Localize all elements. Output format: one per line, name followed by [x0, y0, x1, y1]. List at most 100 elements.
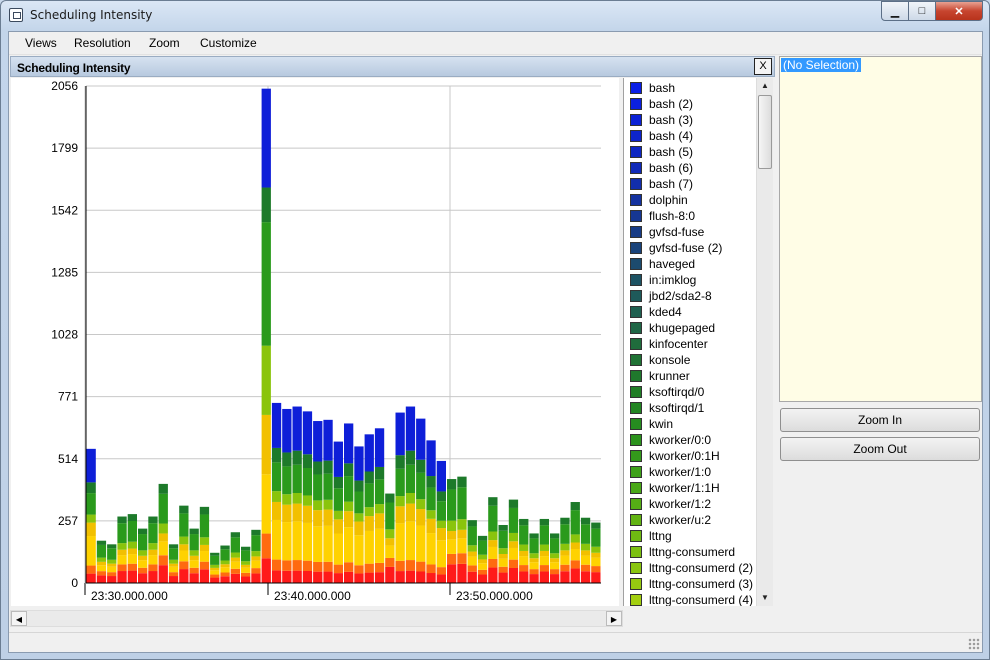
scheduling-chart[interactable]: 2056 1799 1542 1285 1028 771 514 257 0 23:30.000.…: [11, 78, 619, 606]
legend-item[interactable]: kworker/0:0: [630, 432, 711, 448]
bar-segment: [117, 571, 127, 583]
legend-label: kworker/1:2: [649, 497, 712, 511]
bar-segment: [333, 488, 343, 511]
title-bar[interactable]: Scheduling Intensity ▁ □ ✕: [1, 1, 989, 31]
bar-segment: [138, 555, 148, 561]
bar-segment: [374, 479, 385, 505]
bar-segment: [302, 495, 313, 506]
legend-swatch: [630, 530, 642, 542]
bar-segment: [230, 573, 240, 583]
bar-segment: [364, 471, 374, 484]
legend-item[interactable]: lttng: [630, 528, 672, 544]
menu-resolution[interactable]: Resolution: [74, 36, 131, 50]
legend-item[interactable]: bash: [630, 80, 675, 96]
legend-item[interactable]: kworker/1:1H: [630, 480, 720, 496]
bar-segment: [333, 573, 343, 583]
menu-zoom[interactable]: Zoom: [149, 36, 180, 50]
legend-item[interactable]: bash (6): [630, 160, 693, 176]
legend-item[interactable]: lttng-consumerd (4): [630, 592, 753, 606]
bar-segment: [251, 560, 261, 569]
scroll-down-icon[interactable]: ▼: [757, 590, 773, 606]
chart-horizontal-scrollbar[interactable]: ◀ ▶: [10, 610, 623, 627]
bar-segment: [333, 441, 343, 477]
bar-segment: [107, 563, 117, 567]
legend-item[interactable]: haveged: [630, 256, 695, 272]
legend-item[interactable]: kworker/1:2: [630, 496, 711, 512]
scroll-thumb[interactable]: [758, 95, 772, 169]
bar-segment: [447, 531, 457, 540]
menu-customize[interactable]: Customize: [200, 36, 257, 50]
bar-segment: [560, 571, 570, 583]
bar-segment: [302, 570, 313, 583]
bar-segment: [477, 569, 488, 575]
bar-segment: [210, 567, 220, 571]
legend-list[interactable]: bash bash (2) bash (3) bash (4) bash (5) bash…: [623, 78, 773, 606]
legend-swatch: [630, 482, 642, 494]
resize-grip-icon[interactable]: [968, 638, 980, 650]
legend-item[interactable]: jbd2/sda2-8: [630, 288, 712, 304]
bar-segment: [426, 518, 436, 534]
bar-segment: [529, 538, 539, 554]
legend-item[interactable]: kworker/0:1H: [630, 448, 720, 464]
menu-views[interactable]: Views: [25, 36, 57, 50]
pane-close-button[interactable]: X: [754, 58, 772, 75]
bar-segment: [385, 529, 395, 539]
bar-segment: [271, 559, 282, 571]
legend-item[interactable]: gvfsd-fuse (2): [630, 240, 722, 256]
bar-segment: [344, 511, 354, 528]
bar-segment: [261, 345, 271, 415]
legend-item[interactable]: krunner: [630, 368, 690, 384]
legend-item[interactable]: kded4: [630, 304, 682, 320]
legend-label: bash (2): [649, 97, 694, 111]
bar-segment: [189, 567, 199, 574]
bar-segment: [426, 533, 436, 565]
chart-area[interactable]: 2056 1799 1542 1285 1028 771 514 257 0 23:30.000.…: [11, 78, 619, 606]
zoom-in-button[interactable]: Zoom In: [780, 408, 980, 432]
legend-item[interactable]: khugepaged: [630, 320, 715, 336]
bar-segment: [580, 543, 591, 551]
bar-segment: [477, 540, 488, 555]
bar-segment: [271, 462, 282, 492]
bar-segment: [117, 564, 127, 572]
legend-item[interactable]: dolphin: [630, 192, 688, 208]
scroll-up-icon[interactable]: ▲: [757, 78, 773, 94]
zoom-out-button[interactable]: Zoom Out: [780, 437, 980, 461]
legend-item[interactable]: konsole: [630, 352, 690, 368]
legend-item[interactable]: lttng-consumerd: [630, 544, 735, 560]
legend-item[interactable]: bash (5): [630, 144, 693, 160]
bar-segment: [374, 504, 385, 514]
scroll-right-icon[interactable]: ▶: [606, 611, 622, 626]
legend-item[interactable]: bash (2): [630, 96, 693, 112]
bar-segment: [519, 544, 529, 551]
bar-segment: [138, 550, 148, 556]
bar-segment: [426, 573, 436, 583]
legend-item[interactable]: ksoftirqd/1: [630, 400, 704, 416]
legend-item[interactable]: kworker/1:0: [630, 464, 711, 480]
selection-label[interactable]: (No Selection): [781, 58, 862, 72]
legend-vertical-scrollbar[interactable]: ▲ ▼: [756, 78, 773, 606]
legend-item[interactable]: in:imklog: [630, 272, 696, 288]
legend-item[interactable]: bash (7): [630, 176, 693, 192]
bar-segment: [179, 550, 189, 562]
legend-item[interactable]: kworker/u:2: [630, 512, 711, 528]
legend-item[interactable]: gvfsd-fuse: [630, 224, 704, 240]
bar-segment: [405, 570, 416, 583]
minimize-button[interactable]: ▁: [881, 1, 909, 21]
legend-item[interactable]: flush-8:0: [630, 208, 695, 224]
selection-details-panel[interactable]: (No Selection): [779, 56, 982, 402]
legend-item[interactable]: kwin: [630, 416, 673, 432]
legend-item[interactable]: ksoftirqd/0: [630, 384, 704, 400]
legend-item[interactable]: lttng-consumerd (2): [630, 560, 753, 576]
legend-label: lttng: [649, 529, 672, 543]
close-button[interactable]: ✕: [935, 1, 983, 21]
maximize-button[interactable]: □: [908, 1, 936, 21]
legend-item[interactable]: lttng-consumerd (3): [630, 576, 753, 592]
legend-item[interactable]: bash (3): [630, 112, 693, 128]
scroll-left-icon[interactable]: ◀: [11, 611, 27, 626]
bar-segment: [416, 418, 426, 460]
legend-item[interactable]: bash (4): [630, 128, 693, 144]
bar-segment: [550, 553, 560, 559]
legend-item[interactable]: kinfocenter: [630, 336, 708, 352]
bar-segment: [539, 518, 549, 526]
bar-segment: [457, 553, 467, 564]
